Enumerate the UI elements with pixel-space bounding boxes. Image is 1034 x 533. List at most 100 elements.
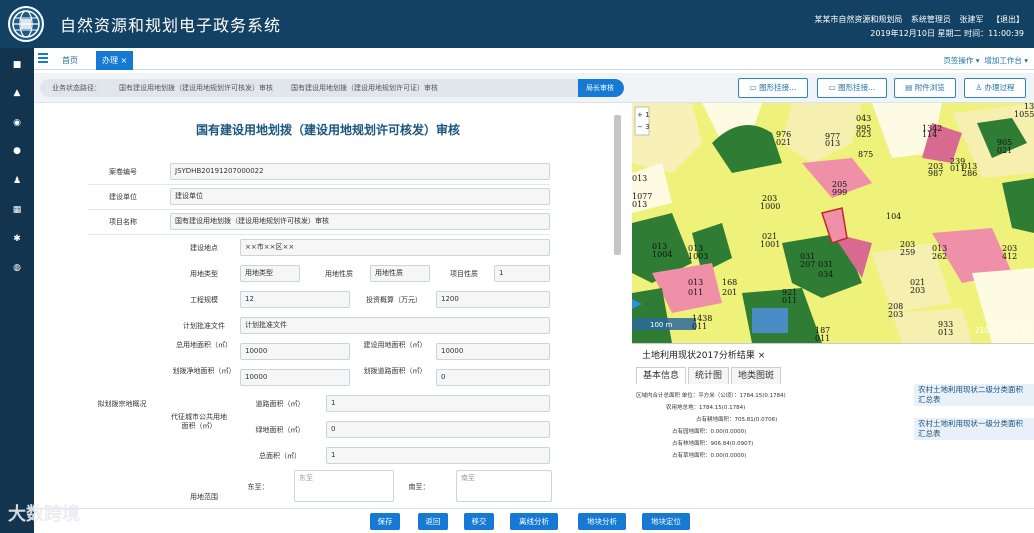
plan-doc-field[interactable]: 计划批准文件 [240,317,550,334]
zoom-in-button[interactable]: + 1 [637,109,650,121]
action-bar: 保存 返回 移交 离线分析 地块分析 地块定位 [34,508,1034,533]
total-area-field[interactable]: 10000 [240,343,350,360]
project-field[interactable]: 国有建设用地划拨（建设用地规划许可核发）审核 [170,213,550,230]
result-line: 占有耕地面积：705.81(0.0706) [696,417,778,423]
attachment-view-button[interactable]: ▤ 附件浏览 [894,78,956,98]
transfer-button[interactable]: 移交 [464,513,494,530]
zoom-out-button[interactable]: − 3 [637,121,650,133]
tab-home[interactable]: 首页 [56,51,84,70]
zoom-control[interactable]: + 1 − 3 [637,109,650,133]
globe-icon[interactable]: ◍ [11,263,23,273]
attach-graphic-label: 图形挂接... [838,83,876,92]
results-text: 区域内合计总面积 单位：平方米（公顷）：1784.15(0.1784) 农用地总… [636,390,904,508]
scrollbar-thumb[interactable] [614,115,621,255]
total-area-label: 总用地面积（㎡） [176,341,232,349]
breadcrumb-current[interactable]: 局长审核 [578,79,624,97]
invest-field[interactable]: 1200 [436,291,550,308]
comment-icon[interactable]: ● [11,146,23,156]
process-history-button[interactable]: ♙ 办理过程 [964,78,1026,98]
map-parcel-label: 013 [632,174,648,183]
gear-icon[interactable]: ✱ [11,234,23,244]
attach-graphic-button-2[interactable]: ▭ 图形挂接... [817,78,887,98]
unit-field[interactable]: 建设单位 [170,188,550,205]
parcel-analysis-button[interactable]: 地块分析 [578,513,626,530]
land-nature-label: 用地性质 [325,270,353,278]
land-type-label: 用地类型 [190,270,218,278]
attach-graphic-button-1[interactable]: ▭ 图形挂接... [738,78,808,98]
case-no-field[interactable]: JSYDHB20191207000022 [170,163,550,180]
form-title: 国有建设用地划拨（建设用地规划许可核发）审核 [195,123,460,137]
app-title: 自然资源和规划电子政务系统 [60,16,282,35]
map-parcel-label: 043 [856,114,872,123]
scale-field[interactable]: 12 [240,291,350,308]
briefcase-icon[interactable]: ■ [11,60,23,70]
map-parcel-label: 987 [928,169,944,178]
back-button[interactable]: 返回 [418,513,448,530]
list-item[interactable]: 农村土地利用现状一级分类面积汇总表 [914,418,1034,440]
east-textarea[interactable]: 东至 [294,470,394,502]
map-parcel-label: 013 [825,139,841,148]
south-textarea[interactable]: 南至 [456,470,552,502]
road-field[interactable]: 1 [326,395,550,412]
result-line: 农用地总地：1784.15(0.1784) [666,405,746,411]
map-parcel-label: 207 [800,260,816,269]
add-workspace-menu[interactable]: 增加工作台 ▾ [984,56,1028,65]
tab-basic-info[interactable]: 基本信息 [636,367,687,384]
map-parcel-label: 021 [776,138,792,147]
review-form: 国有建设用地划拨（建设用地规划许可核发）审核 案卷编号 JSYDHB201912… [34,103,622,508]
list-item[interactable]: 农村土地利用现状二级分类面积汇总表 [914,384,1034,406]
save-button[interactable]: 保存 [370,513,400,530]
menu-icon[interactable] [38,53,48,63]
net-area-field[interactable]: 10000 [240,369,350,386]
net-area-label: 划拨净地面积（㎡） [172,367,236,375]
map-parcel-label: 011 [692,322,708,331]
result-line: 占有园地面积：0.00(0.0000) [672,429,747,435]
project-nature-field[interactable]: 1 [494,265,550,282]
org-name: 某某市自然资源和规划局 [814,15,903,24]
user-icon[interactable]: ♟ [11,176,23,186]
left-sidebar: ■ ▲ ◉ ● ♟ ▦ ✱ ◍ [0,48,34,533]
attachment-view-label: 附件浏览 [914,83,945,92]
project-nature-label: 项目性质 [450,270,478,278]
project-label: 项目名称 [109,218,137,226]
divider [88,209,550,210]
map-parcel-label: 031 [818,260,834,269]
map-parcel-label: 1000 [760,202,781,211]
road-area-label: 划拨道路面积（㎡） [363,367,427,375]
road-area-field[interactable]: 0 [436,369,550,386]
eye-icon[interactable]: ◉ [11,118,23,128]
bank-icon[interactable]: ▲ [11,88,23,98]
south-label: 南至： [408,483,430,491]
breadcrumb-step[interactable]: 国有建设用地划拨（建设用地规划许可证）审核 [283,79,448,97]
breadcrumb-step[interactable]: 国有建设用地划拨（建设用地规划许可核发）审核 [111,79,283,97]
tab-process[interactable]: 办理 × [96,51,134,70]
green-field[interactable]: 0 [326,421,550,438]
map-parcel-label: 1003 [688,252,709,261]
build-area-label: 建设用地面积（㎡） [363,341,427,349]
land-use-map[interactable]: + 1 − 3 100 m 2104.59.28.7.2 976 021 977 01… [632,103,1034,343]
map-parcel-label: 034 [818,270,834,279]
tab-bar: 首页 办理 × 页签操作 ▾ 增加工作台 ▾ [34,48,1034,70]
page-ops-menu[interactable]: 页签操作 ▾ [943,56,979,65]
form-scrollbar[interactable] [613,103,622,508]
sum-field[interactable]: 1 [326,447,550,464]
admin-link[interactable]: 系统管理员 [911,15,951,24]
results-title[interactable]: 土地利用现状2017分析结果 × [642,348,765,361]
parcel-locate-button[interactable]: 地块定位 [642,513,690,530]
map-parcel-label: 013 [632,200,648,209]
build-area-field[interactable]: 10000 [436,343,550,360]
breadcrumb: 业务状态路径： 国有建设用地划拨（建设用地规划许可核发）审核 国有建设用地划拨（… [40,79,624,97]
tab-land-parcels[interactable]: 地类图斑 [731,367,782,384]
logout-link[interactable]: 【退出】 [992,15,1024,24]
range-label: 用地范围 [190,493,218,501]
location-field[interactable]: ××市××区×× [240,239,550,256]
public-land-label: 代征城市公共用地面积（㎡） [171,413,227,430]
app-header: 自然资源和规划电子政务系统 某某市自然资源和规划局 系统管理员 张建军 【退出】… [0,0,1034,48]
land-nature-field[interactable]: 用地性质 [370,265,430,282]
redline-analysis-button[interactable]: 离线分析 [510,513,558,530]
map-parcel-label: 013 [938,328,954,337]
tabbar-right: 页签操作 ▾ 增加工作台 ▾ [943,51,1028,70]
land-type-field[interactable]: 用地类型 [240,265,300,282]
grid-icon[interactable]: ▦ [11,205,23,215]
tab-statistics-chart[interactable]: 统计图 [688,367,730,384]
